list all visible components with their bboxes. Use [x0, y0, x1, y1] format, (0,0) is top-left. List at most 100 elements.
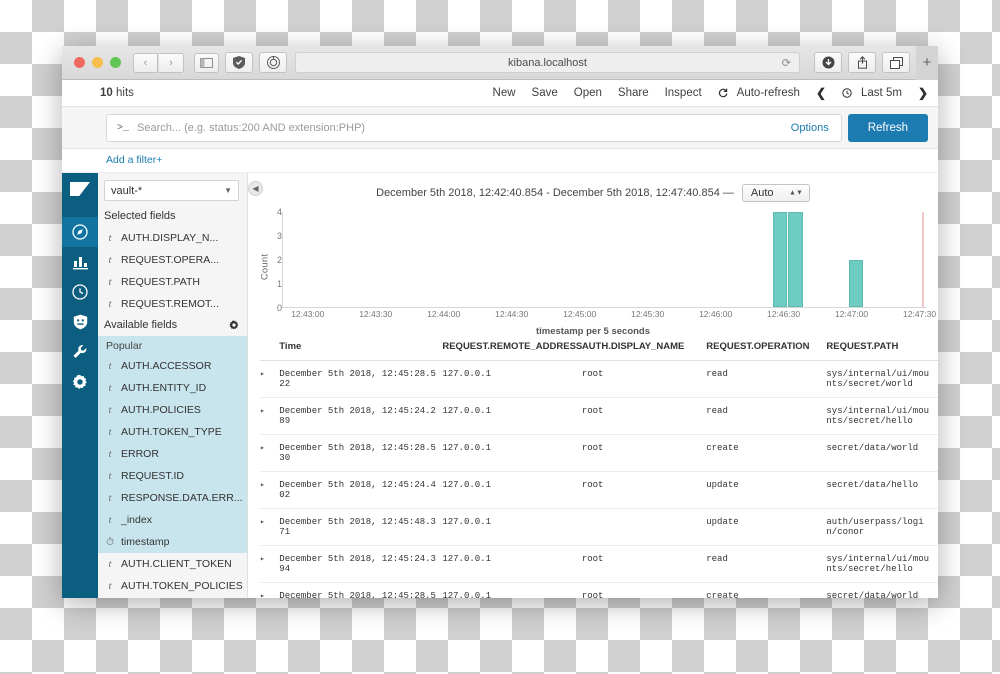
sidebar-item-management[interactable]: [62, 337, 98, 367]
sidebar-item-discover[interactable]: [62, 217, 98, 247]
table-row[interactable]: ▸ December 5th 2018, 12:45:28.530 127.0.0.…: [260, 434, 938, 472]
column-header-display-name[interactable]: AUTH.DISPLAY_NAME: [581, 333, 707, 361]
field-item[interactable]: t AUTH.DISPLAY_N...: [98, 227, 247, 249]
field-item[interactable]: t REQUEST.ID: [98, 465, 247, 487]
field-item[interactable]: t AUTH.ACCESSOR: [98, 355, 247, 377]
cell-operation: update: [706, 508, 827, 546]
cell-remote-address: 127.0.0.1: [442, 397, 582, 435]
cell-operation: read: [706, 545, 827, 583]
time-next-button[interactable]: ❯: [918, 86, 928, 100]
tabs-overview-button[interactable]: [882, 52, 910, 73]
time-prev-button[interactable]: ❮: [816, 86, 826, 100]
clock-icon: [72, 284, 88, 300]
field-item[interactable]: t AUTH.TOKEN_TYPE: [98, 421, 247, 443]
sidebar-item-timelion[interactable]: [62, 277, 98, 307]
reload-icon[interactable]: ⟳: [782, 56, 791, 69]
kibana-nav-rail: [62, 173, 98, 598]
documents-table: Time REQUEST.REMOTE_ADDRESS AUTH.DISPLAY…: [260, 333, 938, 598]
expand-row-button[interactable]: ▸: [260, 360, 280, 398]
field-item[interactable]: t ERROR: [98, 443, 247, 465]
expand-row-button[interactable]: ▸: [260, 471, 280, 509]
field-item[interactable]: t REQUEST.REMOT...: [98, 293, 247, 315]
sidebar-item-dev-tools[interactable]: [62, 307, 98, 337]
histogram-bar[interactable]: [788, 212, 803, 307]
minimize-window-button[interactable]: [92, 57, 103, 68]
sidebar-collapse-button[interactable]: ◀: [248, 181, 263, 196]
cell-remote-address: 127.0.0.1: [442, 471, 582, 509]
cell-time: December 5th 2018, 12:45:28.529: [279, 582, 443, 598]
table-row[interactable]: ▸ December 5th 2018, 12:45:28.522 127.0.0.…: [260, 360, 938, 398]
field-item[interactable]: t AUTH.ENTITY_ID: [98, 377, 247, 399]
download-button[interactable]: [814, 52, 842, 73]
field-type-icon: t: [108, 448, 112, 460]
column-header-remote-address[interactable]: REQUEST.REMOTE_ADDRESS: [442, 333, 582, 361]
browser-actions: +: [808, 46, 938, 80]
field-item[interactable]: t REQUEST.PATH: [98, 271, 247, 293]
topnav-inspect-button[interactable]: Inspect: [665, 87, 702, 99]
field-item[interactable]: ⏱ timestamp: [98, 531, 247, 553]
auto-refresh-button[interactable]: Auto-refresh: [718, 87, 800, 99]
popular-fields-block: Popular t AUTH.ACCESSOR t AUTH.ENTITY_ID…: [98, 336, 247, 553]
interval-select[interactable]: Auto ▲▼: [741, 184, 810, 202]
time-picker-button[interactable]: Last 5m: [842, 87, 902, 99]
share-icon: [857, 56, 867, 69]
options-link[interactable]: Options: [791, 122, 829, 134]
field-item[interactable]: ? RESPONSE: [98, 597, 247, 598]
cell-operation: read: [706, 397, 827, 435]
column-header-time[interactable]: Time: [279, 333, 443, 361]
field-item[interactable]: t RESPONSE.DATA.ERR...: [98, 487, 247, 509]
address-bar[interactable]: kibana.localhost ⟳: [295, 52, 800, 73]
column-header-operation[interactable]: REQUEST.OPERATION: [706, 333, 827, 361]
maximize-window-button[interactable]: [110, 57, 121, 68]
reader-button[interactable]: [259, 52, 287, 73]
sidebar-item-visualize[interactable]: [62, 247, 98, 277]
field-item[interactable]: t _index: [98, 509, 247, 531]
back-button[interactable]: ‹: [133, 52, 158, 73]
hits-counter: 10 hits: [100, 87, 134, 99]
add-filter-row[interactable]: Add a filter+: [62, 149, 938, 173]
topnav-new-button[interactable]: New: [493, 87, 516, 99]
table-row[interactable]: ▸ December 5th 2018, 12:45:24.402 127.0.0.…: [260, 471, 938, 509]
bar-chart-icon: [72, 256, 88, 269]
expand-row-button[interactable]: ▸: [260, 582, 280, 598]
new-tab-button[interactable]: +: [916, 46, 938, 80]
sidebar-item-settings[interactable]: [62, 367, 98, 397]
field-item[interactable]: t AUTH.CLIENT_TOKEN: [98, 553, 247, 575]
shield-button[interactable]: [225, 52, 253, 73]
compass-icon: [72, 224, 88, 240]
table-row[interactable]: ▸ December 5th 2018, 12:45:28.529127.0.0.…: [260, 582, 938, 598]
refresh-icon: [718, 88, 728, 98]
table-row[interactable]: ▸ December 5th 2018, 12:45:24.394 127.0.0.…: [260, 545, 938, 583]
search-input[interactable]: >_ Search... (e.g. status:200 AND extens…: [106, 114, 842, 142]
histogram-bar[interactable]: [848, 259, 863, 307]
cell-remote-address: 127.0.0.1: [442, 508, 582, 546]
table-row[interactable]: ▸ December 5th 2018, 12:45:24.289 127.0.0.…: [260, 397, 938, 435]
field-item[interactable]: t AUTH.TOKEN_POLICIES: [98, 575, 247, 597]
prompt-icon: >_: [117, 122, 130, 134]
field-item[interactable]: t REQUEST.OPERA...: [98, 249, 247, 271]
field-item[interactable]: t AUTH.POLICIES: [98, 399, 247, 421]
topnav-save-button[interactable]: Save: [532, 87, 558, 99]
close-window-button[interactable]: [74, 57, 85, 68]
table-row[interactable]: ▸ December 5th 2018, 12:45:48.371 127.0.0.…: [260, 508, 938, 546]
expand-row-button[interactable]: ▸: [260, 434, 280, 472]
share-button[interactable]: [848, 52, 876, 73]
gear-icon[interactable]: [229, 320, 239, 330]
column-header-path[interactable]: REQUEST.PATH: [826, 333, 938, 361]
kibana-logo[interactable]: [62, 173, 98, 217]
topnav-share-button[interactable]: Share: [618, 87, 649, 99]
shield-icon: [233, 56, 245, 69]
field-type-icon: t: [108, 360, 112, 372]
forward-button[interactable]: ›: [159, 52, 184, 73]
histogram-bar[interactable]: [772, 212, 788, 307]
topnav-open-button[interactable]: Open: [574, 87, 602, 99]
expand-row-button[interactable]: ▸: [260, 397, 280, 435]
refresh-button[interactable]: Refresh: [847, 114, 928, 142]
available-fields-label: Available fields: [104, 319, 178, 331]
index-pattern-select[interactable]: vault-* ▼: [104, 180, 239, 201]
sidebar-toggle-button[interactable]: [194, 52, 219, 73]
chevron-right-icon: ▸: [260, 370, 265, 379]
expand-row-button[interactable]: ▸: [260, 545, 280, 583]
expand-row-button[interactable]: ▸: [260, 508, 280, 546]
chart-plot-area: [282, 212, 926, 308]
